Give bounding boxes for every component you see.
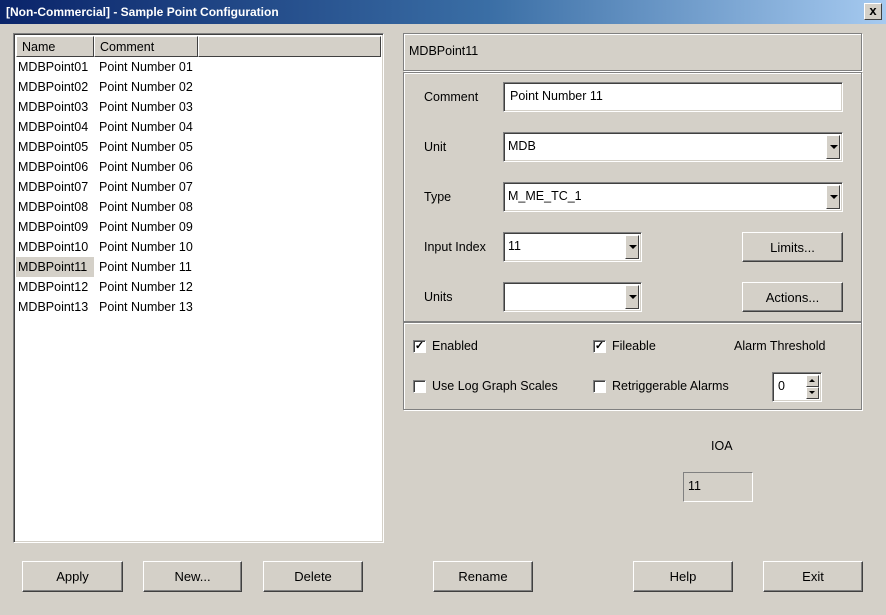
help-button[interactable]: Help bbox=[633, 561, 733, 592]
fileable-label: Fileable bbox=[612, 339, 656, 353]
close-icon[interactable]: x bbox=[864, 3, 882, 20]
point-name-cell: MDBPoint13 bbox=[18, 300, 89, 314]
apply-button[interactable]: Apply bbox=[22, 561, 123, 592]
point-list[interactable]: Name Comment MDBPoint01 Point Number 01 MD… bbox=[13, 33, 384, 543]
comment-label: Comment bbox=[424, 90, 479, 104]
unit-dropdown[interactable]: MDB bbox=[503, 132, 843, 162]
point-name: MDBPoint11 bbox=[409, 44, 479, 58]
log-scales-checkbox[interactable] bbox=[413, 380, 426, 393]
log-scales-label: Use Log Graph Scales bbox=[432, 379, 558, 393]
point-name-cell: MDBPoint11 bbox=[18, 260, 88, 274]
chevron-down-icon[interactable] bbox=[625, 285, 639, 309]
list-item[interactable]: MDBPoint10 Point Number 10 bbox=[16, 237, 381, 257]
limits-button[interactable]: Limits... bbox=[742, 232, 843, 262]
point-comment-cell: Point Number 06 bbox=[99, 160, 193, 174]
enabled-label: Enabled bbox=[432, 339, 478, 353]
retriggerable-label: Retriggerable Alarms bbox=[612, 379, 729, 393]
point-comment-cell: Point Number 03 bbox=[99, 100, 193, 114]
list-item[interactable]: MDBPoint03 Point Number 03 bbox=[16, 97, 381, 117]
list-item[interactable]: MDBPoint13 Point Number 13 bbox=[16, 297, 381, 317]
actions-button[interactable]: Actions... bbox=[742, 282, 843, 312]
list-item[interactable]: MDBPoint12 Point Number 12 bbox=[16, 277, 381, 297]
window-title: [Non-Commercial] - Sample Point Configur… bbox=[6, 5, 279, 19]
spin-up-icon[interactable] bbox=[806, 375, 819, 387]
point-comment-cell: Point Number 12 bbox=[99, 280, 193, 294]
point-name-cell: MDBPoint01 bbox=[18, 60, 89, 74]
fileable-checkbox[interactable]: ✓ bbox=[593, 340, 606, 353]
list-item[interactable]: MDBPoint05 Point Number 05 bbox=[16, 137, 381, 157]
point-comment-cell: Point Number 02 bbox=[99, 80, 193, 94]
list-item[interactable]: MDBPoint09 Point Number 09 bbox=[16, 217, 381, 237]
list-item[interactable]: MDBPoint08 Point Number 08 bbox=[16, 197, 381, 217]
point-comment-cell: Point Number 08 bbox=[99, 200, 193, 214]
column-header-comment[interactable]: Comment bbox=[94, 36, 198, 57]
point-comment-cell: Point Number 01 bbox=[99, 60, 193, 74]
point-comment-cell: Point Number 09 bbox=[99, 220, 193, 234]
point-name-cell: MDBPoint10 bbox=[18, 240, 89, 254]
rename-button[interactable]: Rename bbox=[433, 561, 533, 592]
type-label: Type bbox=[424, 190, 452, 204]
exit-button[interactable]: Exit bbox=[763, 561, 863, 592]
alarm-threshold-label: Alarm Threshold bbox=[734, 339, 826, 353]
point-name-cell: MDBPoint04 bbox=[18, 120, 89, 134]
input-index-label: Input Index bbox=[424, 240, 486, 254]
list-item[interactable]: MDBPoint04 Point Number 04 bbox=[16, 117, 381, 137]
checkmark-icon: ✓ bbox=[594, 340, 605, 352]
point-name-cell: MDBPoint03 bbox=[18, 100, 89, 114]
comment-field[interactable]: Point Number 11 bbox=[503, 82, 843, 112]
new-button[interactable]: New... bbox=[143, 561, 242, 592]
checkmark-icon: ✓ bbox=[414, 340, 425, 352]
point-name-panel: MDBPoint11 bbox=[403, 33, 862, 71]
point-name-cell: MDBPoint06 bbox=[18, 160, 89, 174]
point-comment-cell: Point Number 07 bbox=[99, 180, 193, 194]
list-header: Name Comment bbox=[16, 36, 381, 57]
chevron-down-icon[interactable] bbox=[625, 235, 639, 259]
list-item[interactable]: MDBPoint01 Point Number 01 bbox=[16, 57, 381, 77]
ioa-field: 11 bbox=[683, 472, 753, 502]
alarm-threshold-spinner[interactable]: 0 bbox=[772, 372, 822, 402]
list-item[interactable]: MDBPoint02 Point Number 02 bbox=[16, 77, 381, 97]
point-comment-cell: Point Number 13 bbox=[99, 300, 193, 314]
type-dropdown[interactable]: M_ME_TC_1 bbox=[503, 182, 843, 212]
list-item[interactable]: MDBPoint07 Point Number 07 bbox=[16, 177, 381, 197]
point-name-cell: MDBPoint09 bbox=[18, 220, 89, 234]
chevron-down-icon[interactable] bbox=[826, 135, 840, 159]
ioa-label: IOA bbox=[711, 439, 733, 453]
point-comment-cell: Point Number 11 bbox=[99, 260, 192, 274]
point-name-cell: MDBPoint05 bbox=[18, 140, 89, 154]
enabled-checkbox[interactable]: ✓ bbox=[413, 340, 426, 353]
point-name-cell: MDBPoint07 bbox=[18, 180, 89, 194]
point-name-cell: MDBPoint08 bbox=[18, 200, 89, 214]
title-bar: [Non-Commercial] - Sample Point Configur… bbox=[0, 0, 886, 24]
spin-down-icon[interactable] bbox=[806, 387, 819, 399]
list-item[interactable]: MDBPoint11 Point Number 11 bbox=[16, 257, 381, 277]
list-item[interactable]: MDBPoint06 Point Number 06 bbox=[16, 157, 381, 177]
retriggerable-checkbox[interactable] bbox=[593, 380, 606, 393]
point-comment-cell: Point Number 05 bbox=[99, 140, 193, 154]
point-name-cell: MDBPoint12 bbox=[18, 280, 89, 294]
input-index-dropdown[interactable]: 11 bbox=[503, 232, 642, 262]
unit-label: Unit bbox=[424, 140, 447, 154]
point-comment-cell: Point Number 04 bbox=[99, 120, 193, 134]
column-header-filler bbox=[198, 36, 381, 57]
chevron-down-icon[interactable] bbox=[826, 185, 840, 209]
units-dropdown[interactable] bbox=[503, 282, 642, 312]
units-label: Units bbox=[424, 290, 453, 304]
point-name-cell: MDBPoint02 bbox=[18, 80, 89, 94]
delete-button[interactable]: Delete bbox=[263, 561, 363, 592]
column-header-name[interactable]: Name bbox=[16, 36, 94, 57]
point-comment-cell: Point Number 10 bbox=[99, 240, 193, 254]
